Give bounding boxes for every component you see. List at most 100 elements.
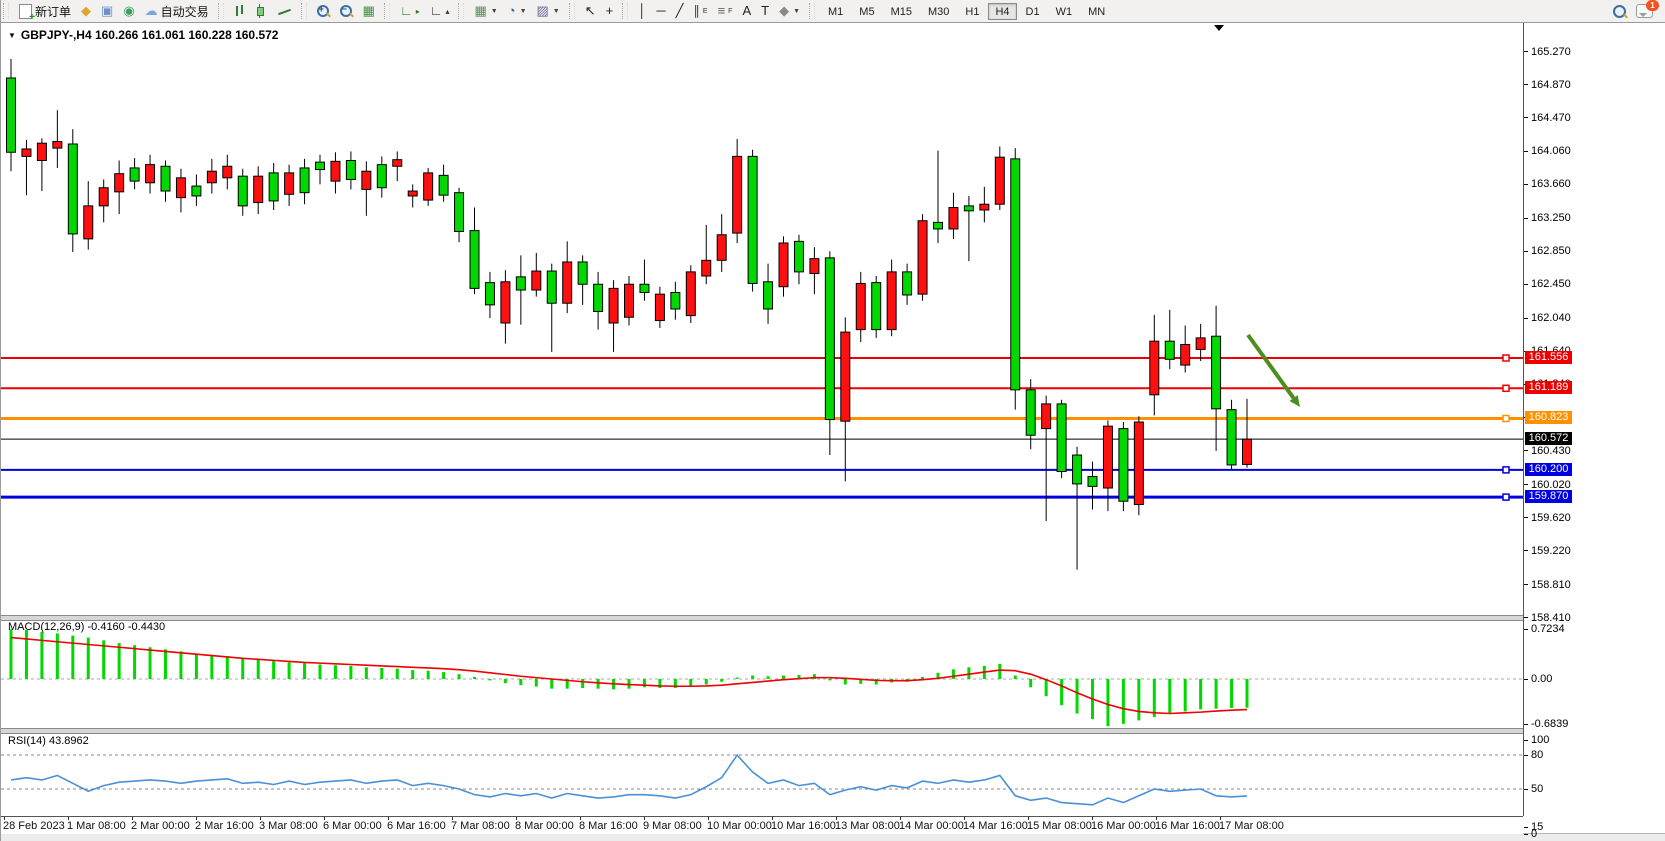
timeframe-m15-button[interactable]: M15 bbox=[884, 3, 919, 20]
main-toolbar: 新订单◆▣◉☁自动交易+−▦∟▸∟▴▦▼◔▼▨▼↖+│─╱∥E≡FAT◆▼M1M… bbox=[1, 0, 1665, 23]
fibonacci-tool-button[interactable]: ≡F bbox=[714, 2, 737, 20]
period-icon: ◔ bbox=[508, 3, 516, 19]
auto-scroll-button[interactable]: ∟▸ bbox=[396, 2, 424, 20]
price-axis-tick: 159.620 bbox=[1524, 512, 1571, 524]
bar-chart-mode-button[interactable] bbox=[230, 2, 250, 20]
autotrading-button[interactable]: ☁自动交易 bbox=[141, 2, 213, 20]
cursor-tool-button[interactable]: ↖ bbox=[581, 2, 600, 20]
depth-of-market-button[interactable]: ▣ bbox=[97, 2, 117, 20]
shapes-tool-icon: ◆ bbox=[779, 3, 789, 19]
time-axis-label: 28 Feb 2023 bbox=[3, 820, 65, 832]
toolbar-grip bbox=[384, 3, 390, 19]
cursor-tool-icon: ↖ bbox=[585, 3, 596, 19]
timeframe-m5-button[interactable]: M5 bbox=[852, 3, 881, 20]
chart-plot[interactable] bbox=[1, 22, 1523, 816]
candlestick-mode-button[interactable] bbox=[252, 2, 272, 20]
gold-symbol-button[interactable]: ◆ bbox=[77, 2, 95, 20]
horizontal-line-tool-icon: ─ bbox=[656, 3, 665, 19]
icon-detail: ▴ bbox=[445, 7, 449, 16]
timeframe-m30-button[interactable]: M30 bbox=[921, 3, 956, 20]
chat-button[interactable]: 1 bbox=[1632, 2, 1657, 20]
chat-icon: 1 bbox=[1636, 4, 1653, 18]
price-axis-tick: 165.270 bbox=[1524, 46, 1571, 58]
search-button[interactable] bbox=[1609, 2, 1630, 20]
text-label-tool-button[interactable]: T bbox=[757, 2, 773, 20]
price-axis-tick: 163.250 bbox=[1524, 212, 1571, 224]
new-chart-button[interactable]: ▦▼ bbox=[470, 2, 501, 20]
toolbar-right-group: 1 bbox=[1606, 0, 1660, 22]
time-axis-label: 9 Mar 08:00 bbox=[643, 820, 702, 832]
new-order-button[interactable]: 新订单 bbox=[15, 2, 75, 20]
pivot-line-handle[interactable] bbox=[1503, 415, 1509, 421]
equidistant-channel-tool-icon: ∥ bbox=[693, 3, 700, 19]
support-line-1-price-label: 160.200 bbox=[1525, 463, 1572, 476]
templates-icon: ▨ bbox=[537, 3, 549, 19]
price-axis-tick: 158.410 bbox=[1524, 612, 1571, 624]
time-axis-label: 13 Mar 08:00 bbox=[835, 820, 900, 832]
time-axis-label: 1 Mar 08:00 bbox=[67, 820, 126, 832]
trendline-tool-icon: ╱ bbox=[676, 3, 684, 19]
time-axis-label: 7 Mar 08:00 bbox=[451, 820, 510, 832]
price-axis[interactable]: 165.270164.870164.470164.060163.660163.2… bbox=[1524, 22, 1665, 833]
zoom-in-button[interactable]: + bbox=[313, 2, 334, 20]
dropdown-caret-icon[interactable]: ▼ bbox=[793, 8, 800, 15]
panel-separator-macd[interactable] bbox=[1, 615, 1523, 621]
dropdown-caret-icon[interactable]: ▼ bbox=[553, 8, 560, 15]
zoom-in-icon: + bbox=[317, 5, 330, 18]
period-button[interactable]: ◔▼ bbox=[504, 2, 531, 20]
dropdown-caret-icon[interactable]: ▼ bbox=[520, 8, 527, 15]
panel-separator-rsi[interactable] bbox=[1, 728, 1523, 734]
zoom-out-button[interactable]: − bbox=[336, 2, 357, 20]
new-chart-icon: ▦ bbox=[474, 3, 486, 19]
chart-window[interactable]: ▼ GBPJPY-,H4 160.266 161.061 160.228 160… bbox=[1, 22, 1665, 833]
toolbar-group-zoom: +−▦ bbox=[310, 0, 382, 22]
trend-arrow-annotation[interactable] bbox=[1248, 335, 1300, 407]
crosshair-tool-button[interactable]: + bbox=[602, 2, 618, 20]
time-axis[interactable]: 28 Feb 20231 Mar 08:002 Mar 00:002 Mar 1… bbox=[1, 816, 1523, 834]
shapes-tool-button[interactable]: ◆▼ bbox=[775, 2, 804, 20]
crosshair-tool-icon: + bbox=[606, 3, 614, 19]
signals-button[interactable]: ◉ bbox=[119, 2, 138, 20]
current-price-line-price-label: 160.572 bbox=[1525, 432, 1572, 445]
chart-shift-marker[interactable] bbox=[1214, 25, 1224, 31]
timeframe-h1-button[interactable]: H1 bbox=[958, 3, 986, 20]
icon-detail: ▸ bbox=[416, 7, 420, 16]
timeframe-w1-button[interactable]: W1 bbox=[1049, 3, 1080, 20]
support-line-1-handle[interactable] bbox=[1503, 467, 1509, 473]
trendline-tool-button[interactable]: ╱ bbox=[672, 2, 688, 20]
resistance-line-1-handle[interactable] bbox=[1503, 355, 1509, 361]
main-price-panel[interactable] bbox=[1, 59, 1523, 570]
tile-windows-button[interactable]: ▦ bbox=[359, 2, 379, 20]
rsi-axis-tick: 0 bbox=[1524, 828, 1537, 840]
autotrading-button-label: 自动交易 bbox=[161, 3, 209, 20]
price-axis-tick: 164.060 bbox=[1524, 145, 1571, 157]
status-bar bbox=[1, 833, 1665, 841]
vertical-line-tool-button[interactable]: │ bbox=[634, 2, 650, 20]
time-axis-label: 14 Mar 16:00 bbox=[963, 820, 1028, 832]
timeframe-h4-button[interactable]: H4 bbox=[988, 3, 1016, 20]
chart-shift-button[interactable]: ∟▴ bbox=[426, 2, 454, 20]
chart-collapse-icon[interactable]: ▼ bbox=[8, 31, 16, 40]
equidistant-channel-tool-button[interactable]: ∥E bbox=[689, 2, 711, 20]
timeframe-m1-button[interactable]: M1 bbox=[821, 3, 850, 20]
candlestick-icon bbox=[256, 4, 268, 18]
text-tool-button[interactable]: A bbox=[738, 2, 755, 20]
bar-chart-icon bbox=[234, 4, 246, 18]
timeframe-mn-button[interactable]: MN bbox=[1081, 3, 1112, 20]
horizontal-line-tool-button[interactable]: ─ bbox=[652, 2, 669, 20]
price-axis-tick: 162.450 bbox=[1524, 278, 1571, 290]
chart-title: ▼ GBPJPY-,H4 160.266 161.061 160.228 160… bbox=[8, 28, 278, 42]
dropdown-caret-icon[interactable]: ▼ bbox=[491, 8, 498, 15]
price-axis-tick: 160.020 bbox=[1524, 479, 1571, 491]
rsi-panel[interactable] bbox=[1, 755, 1523, 816]
timeframe-d1-button[interactable]: D1 bbox=[1019, 3, 1047, 20]
line-chart-mode-button[interactable] bbox=[274, 2, 296, 20]
macd-value-2: -0.4430 bbox=[128, 621, 165, 633]
resistance-line-2-handle[interactable] bbox=[1503, 385, 1509, 391]
trading-platform-window: 新订单◆▣◉☁自动交易+−▦∟▸∟▴▦▼◔▼▨▼↖+│─╱∥E≡FAT◆▼M1M… bbox=[0, 0, 1665, 841]
toolbar-grip bbox=[3, 3, 9, 19]
support-line-2-handle[interactable] bbox=[1503, 494, 1509, 500]
templates-button[interactable]: ▨▼ bbox=[533, 2, 564, 20]
macd-panel[interactable] bbox=[1, 629, 1523, 726]
price-axis-tick: 164.470 bbox=[1524, 112, 1571, 124]
